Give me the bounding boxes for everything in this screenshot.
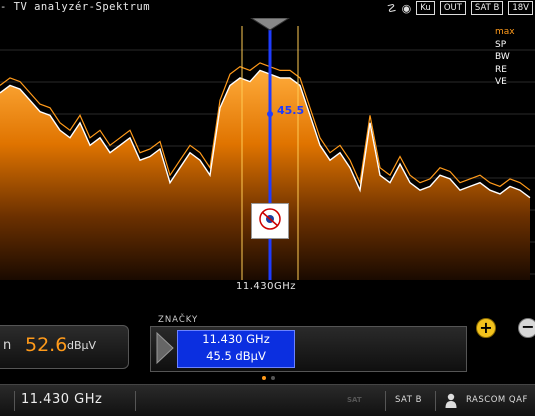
sat-logo-icon: SAT — [347, 396, 362, 404]
person-icon — [445, 393, 457, 408]
legend-max: max — [495, 27, 515, 37]
marker-value-label: 45.5 — [277, 104, 304, 117]
center-frequency-label: 11.430GHz — [236, 281, 297, 292]
footer-operator[interactable]: RASCOM QAF — [466, 395, 528, 405]
marker-level: 45.5 dBµV — [206, 349, 266, 363]
legend-reference: RE — [495, 64, 507, 75]
watermark-logo — [251, 203, 289, 239]
marker-dot — [267, 111, 273, 117]
level-unit: dBµV — [67, 339, 97, 352]
markers-label: ZNAČKY — [158, 315, 199, 325]
footer-frequency[interactable]: 11.430 GHz — [21, 392, 102, 407]
page-dot[interactable] — [271, 376, 275, 380]
level-value: 52.6 — [25, 334, 68, 356]
page-indicator — [262, 376, 275, 380]
markers-expand-icon[interactable] — [155, 331, 175, 365]
divider — [435, 391, 436, 411]
signal-icon: ☡ — [386, 1, 397, 15]
marker-readout-box[interactable]: 11.430 GHz 45.5 dBµV — [177, 330, 295, 368]
bottom-bar: 11.430 GHz SAT SAT B RASCOM QAF — [0, 384, 535, 416]
add-marker-button[interactable]: + — [476, 318, 496, 338]
divider — [135, 391, 136, 411]
remove-marker-button[interactable]: − — [518, 318, 535, 338]
spectrum-chart[interactable]: 45.5 — [0, 18, 535, 288]
voltage-badge: 18V — [508, 1, 533, 15]
divider — [385, 391, 386, 411]
markers-panel[interactable]: 11.430 GHz 45.5 dBµV — [150, 326, 467, 372]
level-readout[interactable]: n 52.6 dBµV — [0, 325, 129, 369]
sat-badge: SAT B — [470, 1, 504, 15]
footer-satellite[interactable]: SAT B — [395, 395, 422, 405]
marker-frequency: 11.430 GHz — [202, 332, 270, 346]
band-badge: Ku — [416, 1, 435, 15]
legend-video: VE — [495, 77, 507, 87]
window-title: - TV analyzér-Spektrum — [0, 1, 151, 13]
top-bar: - TV analyzér-Spektrum ☡ ◉ Ku OUT SAT B … — [0, 0, 535, 18]
output-badge: OUT — [439, 1, 466, 15]
page-dot-active[interactable] — [262, 376, 266, 380]
level-prefix: n — [3, 338, 12, 353]
power-icon: ◉ — [401, 1, 412, 15]
divider — [14, 391, 15, 411]
legend-bandwidth: BW — [495, 52, 510, 62]
legend-span: SP — [495, 39, 507, 50]
legend: max SP BW RE VE — [495, 26, 515, 89]
status-icons: ☡ ◉ Ku OUT SAT B 18V — [387, 1, 533, 15]
